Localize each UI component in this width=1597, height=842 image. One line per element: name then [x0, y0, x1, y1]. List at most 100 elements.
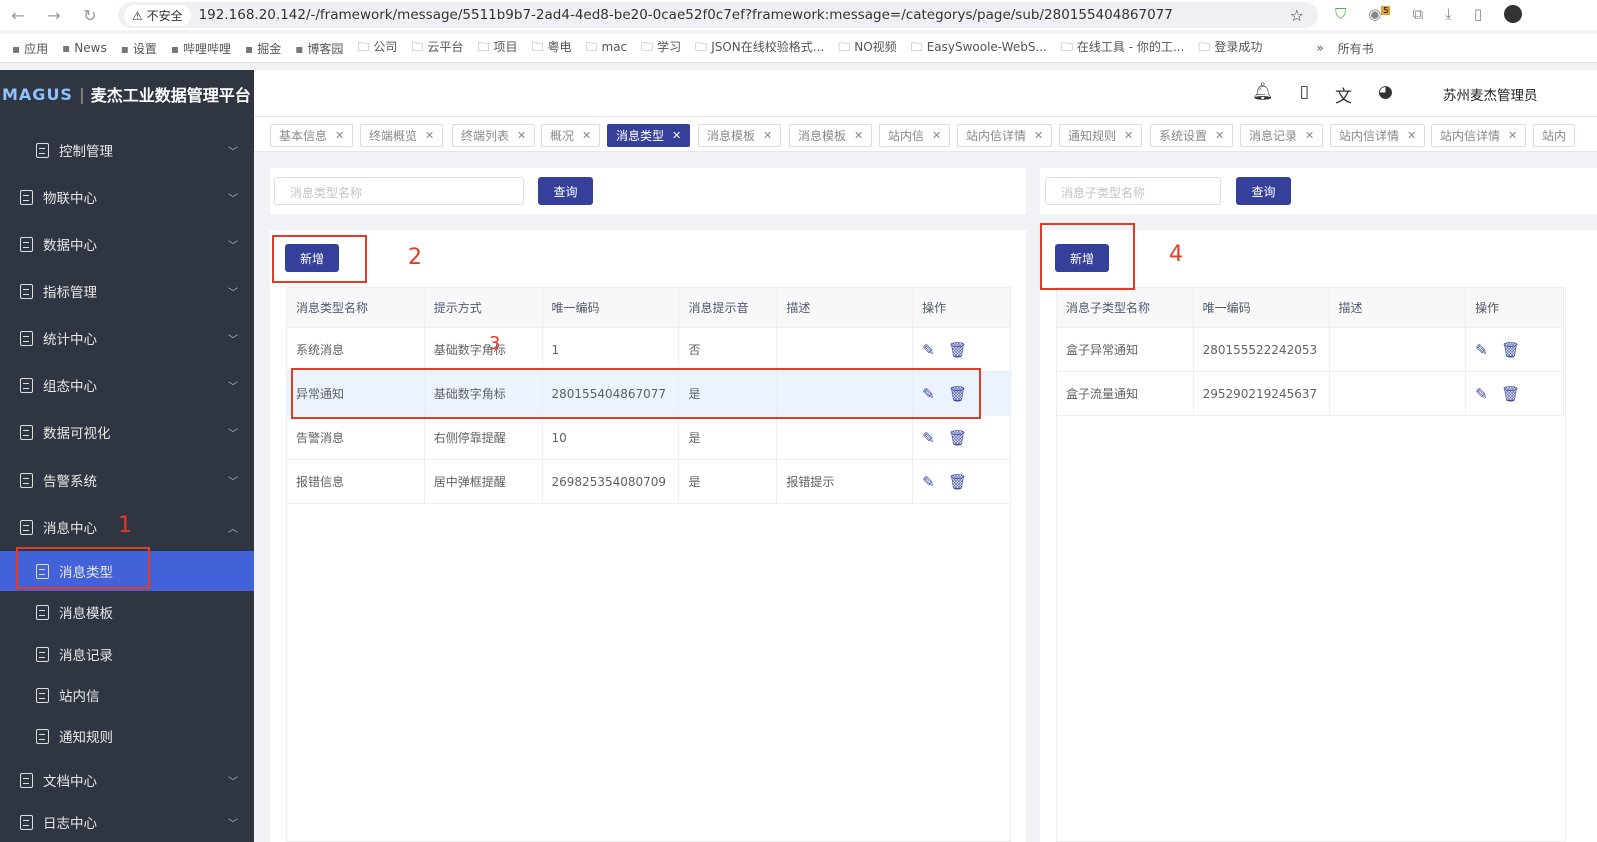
table-row[interactable]: 报错信息 居中弹框提醒 269825354080709 是报错提示 ✎ 🗑︎ [286, 459, 1011, 504]
edit-icon[interactable]: ✎ [922, 342, 938, 358]
close-icon[interactable]: ✕ [582, 129, 591, 142]
tab[interactable]: 站内 [1533, 124, 1576, 147]
bell-icon[interactable]: 🔔︎ [1252, 82, 1274, 107]
bookmark[interactable]: ▪ News [62, 41, 107, 55]
trash-icon[interactable]: 🗑︎ [1501, 342, 1520, 358]
puzzle-icon[interactable]: ⧉ [1412, 5, 1423, 23]
close-icon[interactable]: ✕ [425, 129, 434, 142]
tab[interactable]: 终端概览 ✕ [360, 124, 444, 147]
bookmark[interactable]: ▪ 哔哩哔哩 [171, 40, 231, 57]
edit-icon[interactable]: ✎ [1475, 342, 1491, 358]
all-bookmarks[interactable]: 所有书 [1338, 40, 1374, 57]
close-icon[interactable]: ✕ [1124, 129, 1133, 142]
tab[interactable]: 站内信详情 ✕ [957, 124, 1053, 147]
bookmark[interactable]: 🗀 在线工具 - 你的工... [1061, 38, 1184, 59]
bookmark[interactable]: ▪ 应用 [12, 40, 48, 57]
back-icon[interactable]: ← [0, 6, 36, 25]
tab[interactable]: 通知规则 ✕ [1059, 124, 1143, 147]
bookmark[interactable]: 🗀 JSON在线校验格式... [695, 38, 824, 59]
bookmark[interactable]: 🗀 NO视频 [838, 38, 896, 59]
extension-icon[interactable]: ◉ 5 [1368, 5, 1391, 23]
edit-icon[interactable]: ✎ [1475, 386, 1491, 402]
bookmark[interactable]: 🗀 EasySwoole-WebS... [911, 38, 1047, 59]
close-icon[interactable]: ✕ [763, 129, 772, 142]
download-icon[interactable]: ⤓ [1445, 5, 1452, 23]
edit-icon[interactable]: ✎ [922, 430, 938, 446]
trash-icon[interactable]: 🗑︎ [948, 430, 967, 446]
type-name-input[interactable]: 消息类型名称 [274, 177, 524, 205]
tab[interactable]: 站内信详情 ✕ [1431, 124, 1527, 147]
table-row[interactable]: 盒子流量通知 295290219245637 ✎ 🗑︎ [1056, 371, 1564, 416]
bookmarks-more[interactable]: » [1316, 41, 1323, 55]
bookmark[interactable]: 🗀 公司 [357, 38, 397, 59]
table-row[interactable]: 系统消息 基础数字角标 1 否 ✎ 🗑︎ [286, 327, 1011, 372]
tab[interactable]: 概况 ✕ [541, 124, 601, 147]
star-icon[interactable]: ☆ [1290, 6, 1304, 25]
trash-icon[interactable]: 🗑︎ [948, 342, 967, 358]
url-text[interactable]: 192.168.20.142/-/framework/message/5511b… [199, 7, 1173, 23]
bookmark[interactable]: 🗀 云平台 [411, 38, 463, 59]
table-row[interactable]: 盒子异常通知 280155522242053 ✎ 🗑︎ [1056, 327, 1564, 372]
sidebar-item[interactable]: 日志中心 ﹀ [0, 802, 254, 842]
sidebar-item[interactable]: 站内信 [0, 675, 254, 715]
sidebar-item[interactable]: 消息记录 [0, 634, 254, 674]
sidebar-item[interactable]: 文档中心 ﹀ [0, 760, 254, 800]
tab[interactable]: 站内信详情 ✕ [1330, 124, 1426, 147]
sidebar-item[interactable]: 通知规则 [0, 716, 254, 756]
insecure-badge[interactable]: ⚠ 不安全 [124, 4, 191, 26]
close-icon[interactable]: ✕ [335, 129, 344, 142]
bookmark[interactable]: 🗀 粤电 [531, 38, 571, 59]
tab[interactable]: 系统设置 ✕ [1150, 124, 1234, 147]
table-row[interactable]: 告警消息 右侧停靠提醒 10 是 ✎ 🗑︎ [286, 415, 1011, 460]
palette-icon[interactable]: ◕ [1378, 82, 1393, 107]
bookmark[interactable]: 🗀 mac [585, 38, 627, 59]
close-icon[interactable]: ✕ [1508, 129, 1517, 142]
subtype-name-input[interactable]: 消息子类型名称 [1045, 177, 1221, 205]
close-icon[interactable]: ✕ [1215, 129, 1224, 142]
sidebar-item[interactable]: 物联中心 ﹀ [0, 177, 254, 217]
right-query-button[interactable]: 查询 [1236, 177, 1291, 205]
sidebar-item[interactable]: 指标管理 ﹀ [0, 271, 254, 311]
tab[interactable]: 基本信息 ✕ [270, 124, 354, 147]
tab[interactable]: 消息记录 ✕ [1240, 124, 1324, 147]
close-icon[interactable]: ✕ [1034, 129, 1043, 142]
sidebar-item[interactable]: 统计中心 ﹀ [0, 318, 254, 358]
close-icon[interactable]: ✕ [1305, 129, 1314, 142]
tab[interactable]: 站内信 ✕ [879, 124, 951, 147]
reload-icon[interactable]: ↻ [72, 6, 108, 25]
translate-icon[interactable]: 文 [1335, 82, 1352, 107]
edit-icon[interactable]: ✎ [922, 474, 938, 490]
bookmark[interactable]: ▪ 掘金 [245, 40, 281, 57]
tab[interactable]: 消息类型 ✕ [607, 124, 691, 147]
sidebar-item[interactable]: 告警系统 ﹀ [0, 460, 254, 500]
close-icon[interactable]: ✕ [517, 129, 526, 142]
sidebar-item[interactable]: 消息模板 [0, 592, 254, 632]
tab[interactable]: 消息模板 ✕ [698, 124, 782, 147]
sidebar-item[interactable]: 数据中心 ﹀ [0, 224, 254, 264]
bookmark[interactable]: 🗀 学习 [641, 38, 681, 59]
bookmark[interactable]: ▪ 设置 [121, 40, 157, 57]
tab[interactable]: 消息模板 ✕ [789, 124, 873, 147]
shield-icon[interactable]: ⛉ [1335, 5, 1346, 23]
trash-icon[interactable]: 🗑︎ [948, 474, 967, 490]
close-icon[interactable]: ✕ [854, 129, 863, 142]
sidebar-item[interactable]: 数据可视化 ﹀ [0, 412, 254, 452]
book-icon[interactable]: ▯ [1300, 82, 1309, 107]
forward-icon[interactable]: → [36, 6, 72, 25]
sidebar-item[interactable]: 组态中心 ﹀ [0, 365, 254, 405]
sidebar-item[interactable]: 控制管理 ﹀ [0, 130, 254, 170]
left-query-button[interactable]: 查询 [538, 177, 593, 205]
close-icon[interactable]: ✕ [932, 129, 941, 142]
bookmark[interactable]: 🗀 登录成功 [1198, 38, 1262, 59]
close-icon[interactable]: ✕ [672, 129, 681, 142]
trash-icon[interactable]: 🗑︎ [1501, 386, 1520, 402]
chevron-down-icon: ﹀ [228, 818, 238, 830]
close-icon[interactable]: ✕ [1407, 129, 1416, 142]
profile-avatar[interactable] [1504, 5, 1523, 23]
sidepanel-icon[interactable]: ▯ [1474, 5, 1482, 23]
bookmark[interactable]: ▪ 博客园 [295, 40, 343, 57]
tab[interactable]: 终端列表 ✕ [452, 124, 536, 147]
bookmark[interactable]: 🗀 项目 [477, 38, 517, 59]
address-bar[interactable]: ⚠ 不安全 192.168.20.142/-/framework/message/… [118, 2, 1318, 28]
user-name[interactable]: 苏州麦杰管理员 [1443, 84, 1538, 104]
